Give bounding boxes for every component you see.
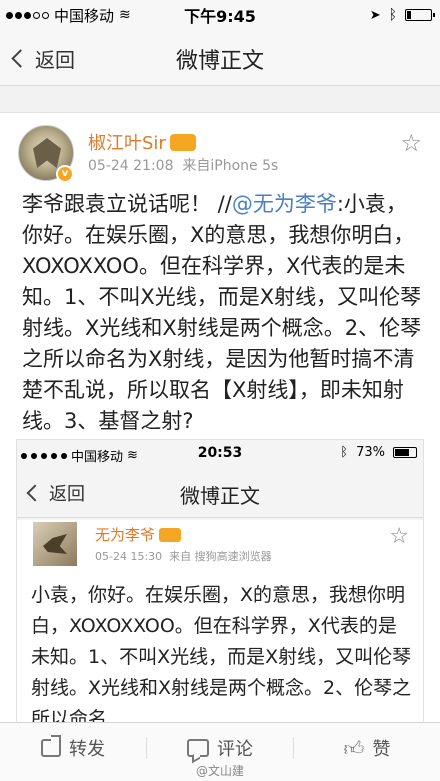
post-author-name: 椒江叶Sir: [88, 133, 166, 154]
watermark: @文山建: [196, 764, 245, 778]
post-text-lead: 李爷跟袁立说话呢！ //: [22, 192, 232, 216]
location-arrow-icon: ➤: [369, 7, 381, 23]
status-right: ➤ ᛒ: [369, 7, 435, 23]
page-title: 微博正文: [175, 49, 264, 74]
embedded-source: 来自 搜狗高速浏览器: [169, 550, 272, 563]
embedded-author: 无为李爷: [95, 524, 182, 545]
repost-label: 转发: [69, 739, 105, 760]
navigation-bar: 返回 微博正文: [0, 30, 440, 86]
embedded-favorite-star-icon: ☆: [389, 524, 409, 549]
repost-button[interactable]: 转发: [0, 723, 146, 781]
embedded-post-text: 小袁，你好。在娱乐圈，X的意思，我想你明白，XOXOXXOO。但在科学界，X代表…: [31, 584, 412, 722]
comment-label: 评论: [217, 739, 253, 760]
like-label: 赞: [372, 739, 391, 760]
embedded-battery-percent: 73%: [356, 445, 385, 460]
post-author[interactable]: 椒江叶Sir: [88, 129, 196, 155]
vip-badge-icon: [169, 134, 196, 151]
embedded-page-title: 微博正文: [180, 484, 260, 508]
embedded-bluetooth-icon: ᛒ: [340, 445, 349, 460]
bluetooth-icon: ᛒ: [388, 7, 397, 23]
embedded-author-name: 无为李爷: [95, 526, 156, 544]
embedded-status-right: ᛒ 73%: [340, 445, 417, 460]
embedded-avatar: [33, 522, 77, 566]
embedded-navigation-bar: 返回 微博正文: [17, 468, 423, 518]
post-timestamp: 05-24 21:08: [88, 158, 174, 174]
status-bar: 中国移动 ≋ 下午9:45 ➤ ᛒ: [0, 0, 440, 30]
bottom-toolbar: 转发 评论 👍︎ 赞 @文山建: [0, 722, 440, 781]
embedded-screenshot-image[interactable]: 中国移动 ≋ 20:53 ᛒ 73% 返回 微博正文 无为李爷 05-24 15…: [16, 439, 424, 722]
post-meta: 05-24 21:08 来自iPhone 5s: [88, 155, 278, 175]
post-text-body: :小袁，你好。在娱乐圈，X的意思，我想你明白，XOXOXXOO。但在科学界，X代…: [22, 192, 422, 433]
verified-badge-icon: v: [56, 165, 74, 183]
embedded-timestamp: 05-24 15:30: [95, 550, 163, 563]
embedded-vip-badge-icon: [159, 528, 182, 542]
embedded-meta: 05-24 15:30 来自 搜狗高速浏览器: [95, 548, 272, 564]
repost-icon: [41, 739, 61, 757]
embedded-post-card: 无为李爷 05-24 15:30 来自 搜狗高速浏览器 ☆ 小袁，你好。在娱乐圈…: [17, 520, 423, 722]
post-card: v 椒江叶Sir 05-24 21:08 来自iPhone 5s ☆ 李爷跟袁立…: [0, 112, 440, 722]
post-text: 李爷跟袁立说话呢！ //@无为李爷:小袁，你好。在娱乐圈，X的意思，我想你明白，…: [22, 189, 426, 437]
like-button[interactable]: 👍︎ 赞: [294, 723, 440, 781]
embedded-status-bar: 中国移动 ≋ 20:53 ᛒ 73%: [17, 440, 423, 466]
comment-icon: [187, 739, 209, 757]
favorite-star-icon[interactable]: ☆: [400, 129, 422, 157]
mention-link[interactable]: @无为李爷: [232, 192, 337, 216]
thumbs-up-icon: 👍︎: [343, 735, 365, 760]
battery-icon: [405, 9, 435, 21]
post-source: 来自iPhone 5s: [182, 158, 279, 174]
embedded-battery-icon: [393, 447, 417, 458]
